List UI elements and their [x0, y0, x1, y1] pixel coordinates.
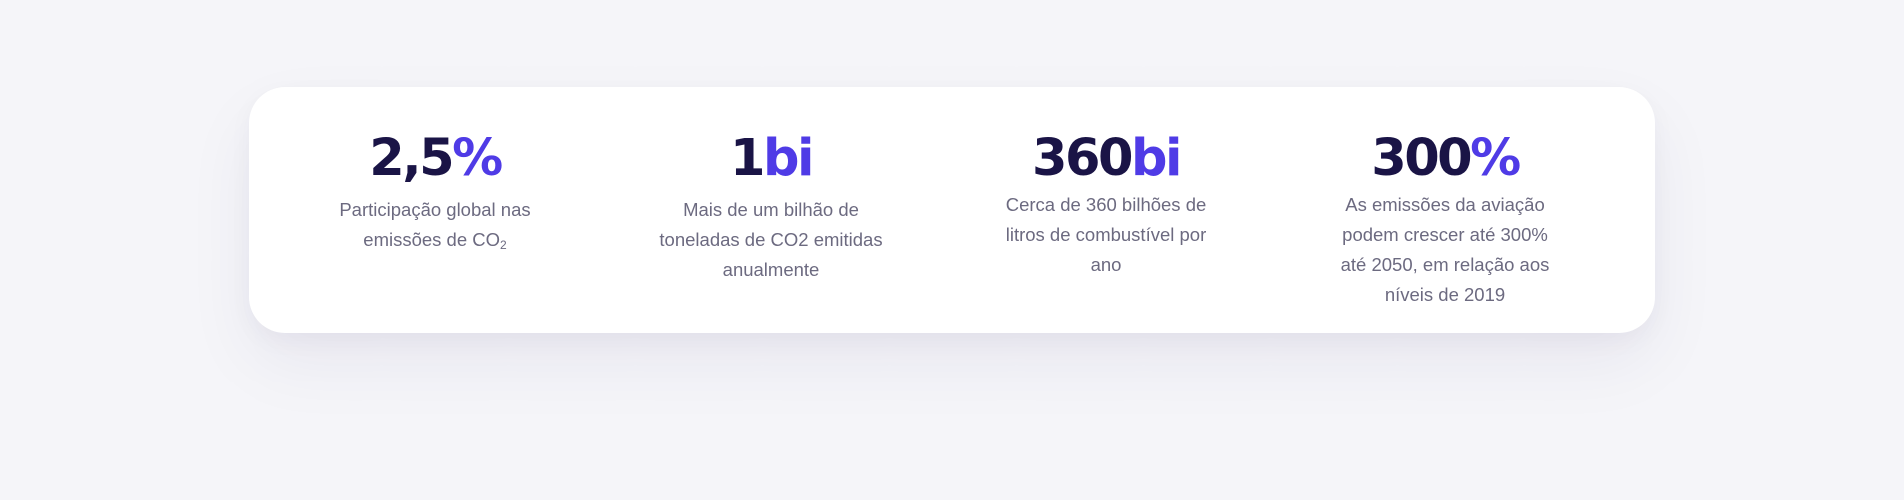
stat-description: Mais de um bilhão de toneladas de CO2 em… — [659, 199, 883, 280]
stat-value: 2,5% — [290, 129, 580, 189]
stat-unit: % — [452, 129, 503, 188]
stat-item-co2-tons: 1bi Mais de um bilhão de toneladas de CO… — [626, 129, 916, 285]
stat-number: 1 — [730, 129, 766, 188]
stat-value: 1bi — [626, 129, 916, 189]
stat-description-subscript: 2 — [500, 238, 507, 252]
stat-unit: bi — [763, 129, 815, 188]
stat-value: 360bi — [961, 129, 1251, 189]
stat-description: Participação global nas emissões de CO2 — [290, 195, 580, 255]
stat-item-emissions-growth: 300% As emissões da aviação podem cresce… — [1300, 129, 1590, 310]
stat-value: 300% — [1300, 129, 1590, 189]
stat-number: 2,5 — [369, 129, 454, 188]
stat-description: Cerca de 360 bilhões de litros de combus… — [1005, 194, 1207, 275]
stat-description: As emissões da aviação podem crescer até… — [1340, 194, 1550, 305]
stat-number: 300 — [1371, 129, 1472, 188]
stat-item-fuel-liters: 360bi Cerca de 360 bilhões de litros de … — [961, 129, 1251, 280]
stats-card: 2,5% Participação global nas emissões de… — [249, 87, 1655, 333]
stat-unit: % — [1470, 129, 1521, 188]
stat-number: 360 — [1032, 129, 1133, 188]
stat-item-co2-share: 2,5% Participação global nas emissões de… — [290, 129, 580, 255]
stat-unit: bi — [1130, 129, 1183, 188]
